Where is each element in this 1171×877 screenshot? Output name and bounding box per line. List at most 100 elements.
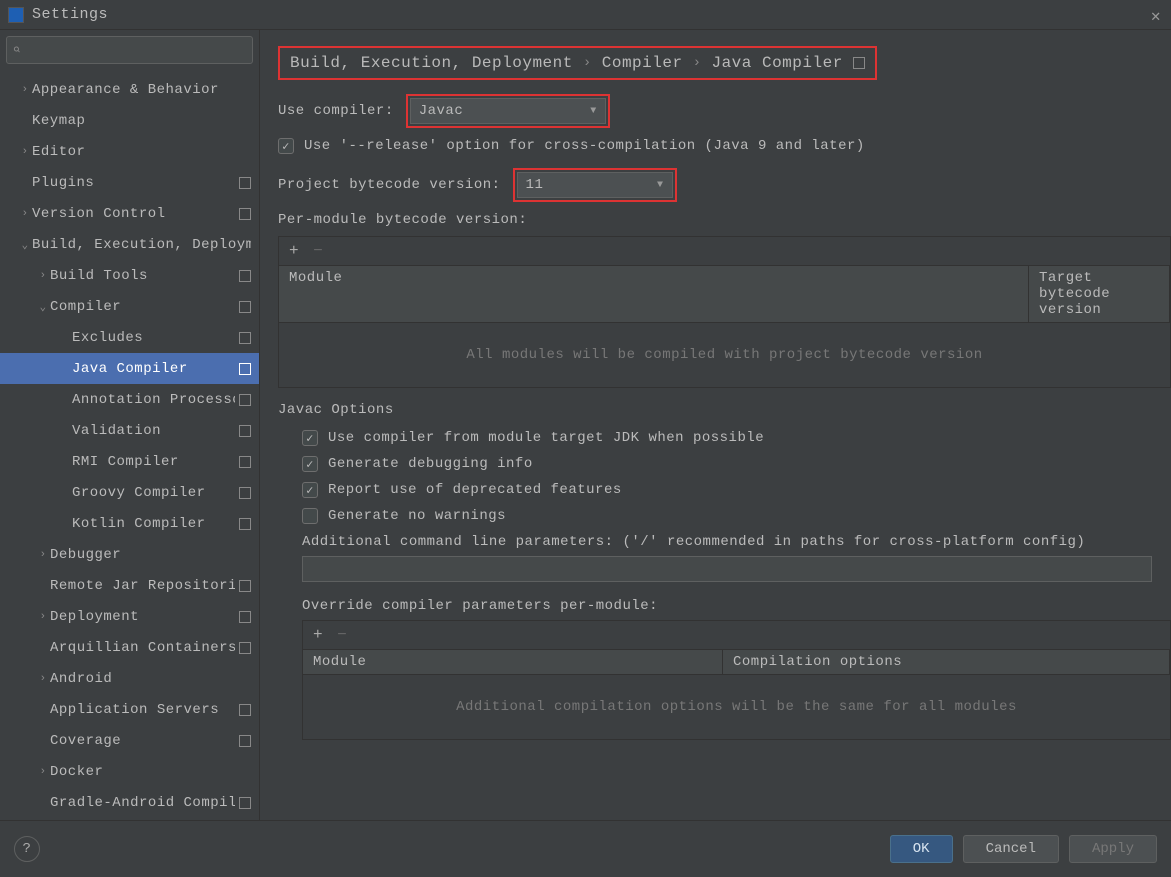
sidebar-item[interactable]: ›Android — [0, 663, 259, 694]
sidebar-item[interactable]: Excludes — [0, 322, 259, 353]
sidebar-item-label: RMI Compiler — [72, 454, 235, 470]
project-scope-icon — [853, 57, 865, 69]
chevron-right-icon: › — [36, 766, 50, 778]
sidebar-item[interactable]: ›Editor — [0, 136, 259, 167]
chevron-down-icon: ⌄ — [36, 300, 50, 314]
sidebar-item-label: Remote Jar Repositories — [50, 578, 235, 594]
additional-cmdline-input[interactable] — [302, 556, 1152, 582]
sidebar-item[interactable]: Coverage — [0, 725, 259, 756]
project-scope-icon — [239, 301, 251, 313]
sidebar-item[interactable]: ›Version Control — [0, 198, 259, 229]
option-label: Report use of deprecated features — [328, 482, 622, 498]
apply-button: Apply — [1069, 835, 1157, 863]
bytecode-version-dropdown[interactable]: 11 ▼ — [517, 172, 673, 198]
sidebar-item-label: Editor — [32, 144, 251, 160]
app-icon — [8, 7, 24, 23]
sidebar-item-label: Plugins — [32, 175, 235, 191]
sidebar-item[interactable]: Kotlin Compiler — [0, 508, 259, 539]
project-scope-icon — [239, 363, 251, 375]
sidebar-item[interactable]: Java Compiler — [0, 353, 259, 384]
additional-cmdline-label: Additional command line parameters: ('/'… — [302, 534, 1171, 550]
sidebar-item[interactable]: ›Docker — [0, 756, 259, 787]
sidebar-item[interactable]: Annotation Processors — [0, 384, 259, 415]
sidebar-item-label: Excludes — [72, 330, 235, 346]
chevron-right-icon: › — [18, 208, 32, 220]
breadcrumb-seg[interactable]: Build, Execution, Deployment — [290, 54, 573, 72]
ok-button[interactable]: OK — [890, 835, 953, 863]
chevron-right-icon: › — [583, 55, 592, 71]
sidebar-item-label: Debugger — [50, 547, 251, 563]
table-col-options: Compilation options — [723, 650, 1170, 674]
sidebar-item[interactable]: ›Build Tools — [0, 260, 259, 291]
sidebar-item-label: Kotlin Compiler — [72, 516, 235, 532]
search-input[interactable] — [6, 36, 253, 64]
sidebar-item[interactable]: ›Deployment — [0, 601, 259, 632]
chevron-right-icon: › — [693, 55, 702, 71]
remove-icon: − — [337, 626, 347, 644]
sidebar-item-label: Annotation Processors — [72, 392, 235, 408]
table-col-target: Target bytecode version — [1029, 266, 1170, 322]
sidebar-item[interactable]: RMI Compiler — [0, 446, 259, 477]
chevron-right-icon: › — [36, 549, 50, 561]
help-button[interactable]: ? — [14, 836, 40, 862]
table-col-module: Module — [279, 266, 1029, 322]
project-scope-icon — [239, 394, 251, 406]
sidebar-item[interactable]: ⌄Compiler — [0, 291, 259, 322]
sidebar-item[interactable]: ⌄Build, Execution, Deployment — [0, 229, 259, 260]
sidebar-item[interactable]: Plugins — [0, 167, 259, 198]
use-compiler-dropdown[interactable]: Javac ▼ — [410, 98, 606, 124]
per-module-bytecode-table: + − Module Target bytecode version All m… — [278, 236, 1171, 388]
project-scope-icon — [239, 456, 251, 468]
project-scope-icon — [239, 735, 251, 747]
sidebar-item[interactable]: Remote Jar Repositories — [0, 570, 259, 601]
release-option-checkbox[interactable] — [278, 138, 294, 154]
sidebar-item-label: Deployment — [50, 609, 235, 625]
release-option-label: Use '--release' option for cross-compila… — [304, 138, 865, 154]
sidebar-item[interactable]: Groovy Compiler — [0, 477, 259, 508]
settings-tree: ›Appearance & BehaviorKeymap›EditorPlugi… — [0, 70, 259, 820]
sidebar-item-label: Build, Execution, Deployment — [32, 237, 251, 253]
add-icon[interactable]: + — [313, 626, 323, 644]
sidebar-item[interactable]: Application Servers — [0, 694, 259, 725]
report-deprecated-checkbox[interactable] — [302, 482, 318, 498]
sidebar-item-label: Version Control — [32, 206, 235, 222]
project-scope-icon — [239, 580, 251, 592]
add-icon[interactable]: + — [289, 242, 299, 260]
sidebar-item[interactable]: ›Appearance & Behavior — [0, 74, 259, 105]
project-scope-icon — [239, 797, 251, 809]
sidebar-item-label: Groovy Compiler — [72, 485, 235, 501]
chevron-right-icon: › — [18, 146, 32, 158]
generate-debugging-info-checkbox[interactable] — [302, 456, 318, 472]
dropdown-value: Javac — [419, 103, 578, 119]
project-scope-icon — [239, 611, 251, 623]
project-scope-icon — [239, 332, 251, 344]
sidebar-item-label: Keymap — [32, 113, 251, 129]
generate-no-warnings-checkbox[interactable] — [302, 508, 318, 524]
sidebar-item-label: Android — [50, 671, 251, 687]
chevron-right-icon: › — [36, 673, 50, 685]
breadcrumb-seg[interactable]: Compiler — [602, 54, 683, 72]
sidebar-item-label: Gradle-Android Compiler — [50, 795, 235, 811]
dialog-footer: ? OK Cancel Apply — [0, 820, 1171, 876]
override-params-table: + − Module Compilation options Additiona… — [302, 620, 1171, 740]
chevron-down-icon: ⌄ — [18, 238, 32, 252]
use-compiler-from-target-jdk-checkbox[interactable] — [302, 430, 318, 446]
sidebar-item[interactable]: Arquillian Containers — [0, 632, 259, 663]
sidebar-item[interactable]: Validation — [0, 415, 259, 446]
sidebar-item[interactable]: ›Debugger — [0, 539, 259, 570]
breadcrumb: Build, Execution, Deployment › Compiler … — [278, 46, 877, 80]
project-scope-icon — [239, 177, 251, 189]
sidebar-item[interactable]: Gradle-Android Compiler — [0, 787, 259, 818]
close-icon[interactable]: ✕ — [1151, 6, 1161, 26]
remove-icon: − — [313, 242, 323, 260]
project-scope-icon — [239, 642, 251, 654]
window-title: Settings — [32, 6, 108, 23]
sidebar-item-label: Java Compiler — [72, 361, 235, 377]
sidebar-item[interactable]: Keymap — [0, 105, 259, 136]
chevron-down-icon: ▼ — [590, 106, 597, 117]
sidebar-item-label: Arquillian Containers — [50, 640, 235, 656]
override-per-module-label: Override compiler parameters per-module: — [302, 598, 1171, 614]
cancel-button[interactable]: Cancel — [963, 835, 1059, 863]
option-label: Generate no warnings — [328, 508, 506, 524]
use-compiler-label: Use compiler: — [278, 103, 394, 119]
